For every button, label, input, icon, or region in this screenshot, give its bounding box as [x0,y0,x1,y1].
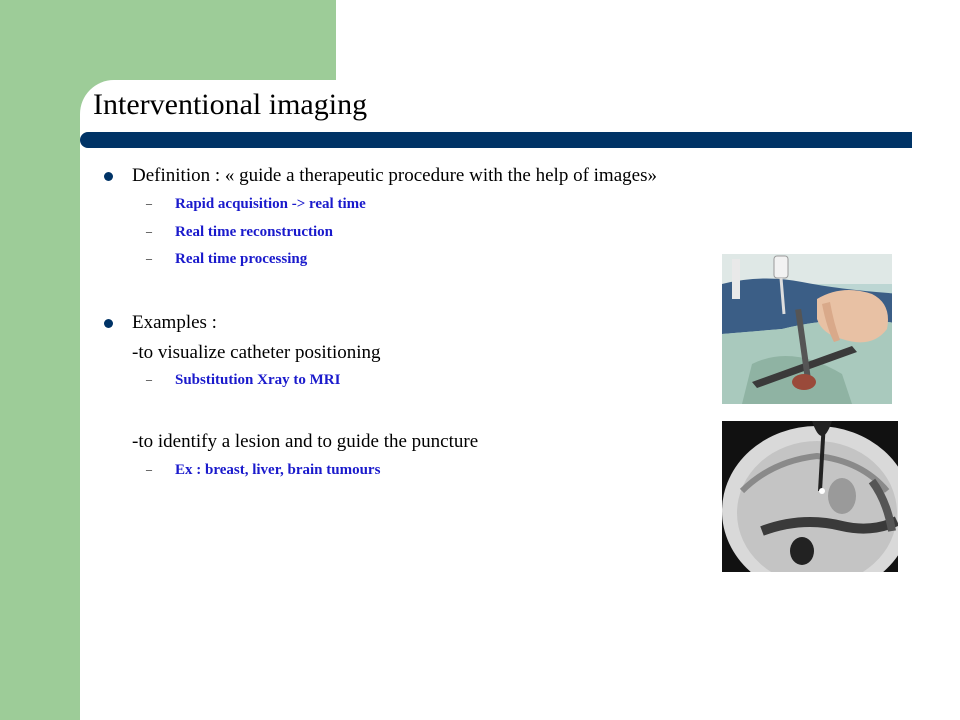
subitem-reconstruction: – Real time reconstruction [146,224,334,241]
dash-icon: – [146,372,152,386]
subitem-text: Real time reconstruction [175,224,334,240]
title-underline-bar [80,132,912,148]
bullet-examples: Examples : [104,312,217,334]
example-catheter: -to visualize catheter positioning [132,342,381,363]
bullet-dot-icon [104,319,113,328]
subitem-text: Ex : breast, liver, brain tumours [175,462,381,478]
subitem-processing: – Real time processing [146,251,308,268]
bullet-text: Examples : [132,312,217,333]
subitem-substitution: – Substitution Xray to MRI [146,372,341,389]
dash-icon: – [146,224,152,238]
surgery-photo [722,254,902,404]
dash-icon: – [146,462,152,476]
slide-title: Interventional imaging [93,88,368,121]
subitem-rapid-acquisition: – Rapid acquisition -> real time [146,196,366,213]
example-lesion: -to identify a lesion and to guide the p… [132,431,479,452]
bullet-text: Definition : « guide a therapeutic proce… [132,165,657,186]
bullet-dot-icon [104,172,113,181]
subitem-text: Substitution Xray to MRI [175,372,341,388]
dash-icon: – [146,251,152,265]
mri-scan [722,421,902,572]
dash-icon: – [146,196,152,210]
subitem-text: Real time processing [175,251,308,267]
bullet-definition: Definition : « guide a therapeutic proce… [104,165,657,187]
subitem-tumours: – Ex : breast, liver, brain tumours [146,462,381,479]
subitem-text: Rapid acquisition -> real time [175,196,366,212]
